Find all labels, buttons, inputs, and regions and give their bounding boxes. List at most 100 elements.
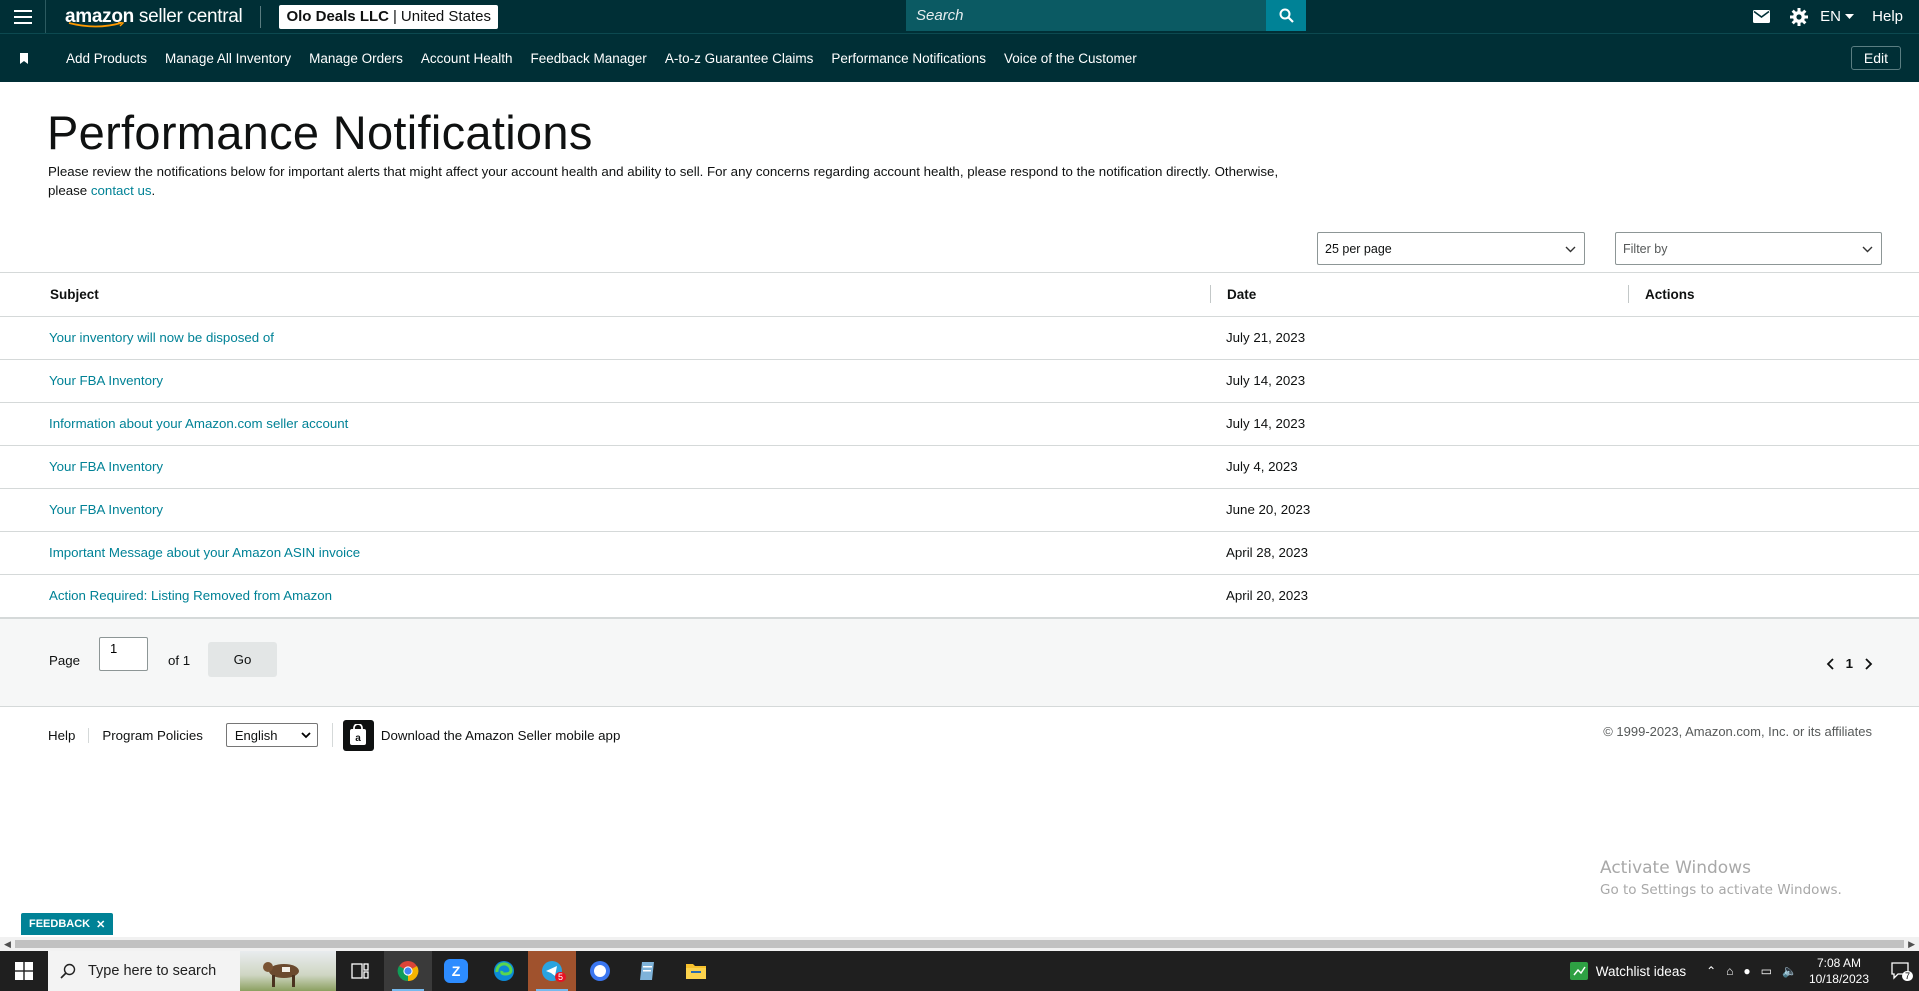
task-view-button[interactable] — [336, 951, 384, 991]
nav-manage-orders[interactable]: Manage Orders — [309, 51, 403, 66]
edge-taskbar-button[interactable] — [480, 951, 528, 991]
per-page-select[interactable]: 25 per page — [1317, 232, 1585, 265]
nav-voice-of-the-customer[interactable]: Voice of the Customer — [1004, 51, 1137, 66]
notification-count: 7 — [1901, 971, 1913, 981]
scroll-right-arrow-icon[interactable]: ▶ — [1908, 939, 1915, 950]
search-button[interactable] — [1266, 0, 1306, 31]
horizontal-scrollbar[interactable]: ◀ ▶ — [0, 937, 1919, 951]
filter-by-placeholder: Filter by — [1623, 241, 1668, 256]
network-icon[interactable]: ▭ — [1761, 964, 1772, 978]
footer-program-policies-link[interactable]: Program Policies — [102, 728, 214, 743]
watchlist-widget[interactable]: Watchlist ideas — [1569, 962, 1687, 980]
seller-central-logo[interactable]: amazon seller central — [65, 0, 243, 33]
nav-feedback-manager[interactable]: Feedback Manager — [530, 51, 646, 66]
show-hidden-icons-chevron-up-icon[interactable]: ⌃ — [1706, 964, 1716, 978]
nav-performance-notifications[interactable]: Performance Notifications — [831, 51, 986, 66]
chevron-right-icon[interactable] — [1864, 657, 1873, 670]
svg-text:Z: Z — [452, 963, 461, 979]
notification-subject-link[interactable]: Your inventory will now be disposed of — [49, 330, 274, 345]
notification-date: July 4, 2023 — [1226, 459, 1298, 474]
go-button[interactable]: Go — [208, 642, 277, 677]
feedback-tab[interactable]: FEEDBACK ✕ — [21, 913, 114, 935]
clock[interactable]: 7:08 AM 10/18/2023 — [1809, 955, 1869, 987]
watermark-subtitle: Go to Settings to activate Windows. — [1600, 882, 1842, 898]
copyright: © 1999-2023, Amazon.com, Inc. or its aff… — [1603, 724, 1872, 739]
notification-subject-link[interactable]: Your FBA Inventory — [49, 373, 163, 388]
page-label: Page — [49, 653, 81, 668]
page-navigation: 1 — [1826, 656, 1873, 671]
zoom-taskbar-button[interactable]: Z — [432, 951, 480, 991]
column-divider[interactable] — [1210, 285, 1211, 303]
watchlist-label: Watchlist ideas — [1595, 963, 1687, 979]
folder-icon — [686, 964, 706, 979]
search-bar — [906, 0, 1306, 31]
column-divider[interactable] — [1628, 285, 1629, 303]
taskbar-search-box[interactable]: Type here to search — [48, 951, 336, 991]
meet-now-icon[interactable]: ⌂ — [1726, 964, 1733, 978]
system-tray: Watchlist ideas ⌃ ⌂ ● ▭ 🔈 7:08 AM 10/18/… — [1569, 951, 1919, 991]
notification-subject-link[interactable]: Your FBA Inventory — [49, 502, 163, 517]
notification-subject-link[interactable]: Your FBA Inventory — [49, 459, 163, 474]
language-selector[interactable]: EN — [1820, 8, 1864, 25]
column-header-date[interactable]: Date — [1227, 287, 1256, 302]
account-switcher[interactable]: Olo Deals LLC | United States — [279, 4, 498, 29]
gear-icon — [1790, 7, 1809, 26]
chevron-left-icon[interactable] — [1826, 657, 1835, 670]
nav-a-to-z-claims[interactable]: A-to-z Guarantee Claims — [665, 51, 814, 66]
notification-date: April 20, 2023 — [1226, 588, 1309, 603]
footer-language-select[interactable]: English — [225, 723, 318, 747]
signal-icon — [590, 961, 610, 981]
close-icon[interactable]: ✕ — [96, 918, 105, 931]
page-count-label: of 1 — [168, 653, 191, 668]
notification-subject-link[interactable]: Information about your Amazon.com seller… — [49, 416, 348, 431]
chrome-icon — [397, 961, 419, 982]
settings-button[interactable] — [1780, 7, 1818, 26]
search-input[interactable] — [906, 0, 1266, 31]
nav-add-products[interactable]: Add Products — [66, 51, 147, 66]
notepad-taskbar-button[interactable] — [624, 951, 672, 991]
contact-us-link[interactable]: contact us — [91, 183, 152, 198]
page-number-input[interactable] — [99, 637, 148, 671]
svg-text:a: a — [356, 733, 362, 744]
divider — [260, 5, 262, 28]
download-app-link[interactable]: Download the Amazon Seller mobile app — [381, 728, 621, 743]
top-right-actions: EN Help — [1742, 0, 1919, 33]
amazon-seller-app-icon[interactable]: a — [342, 719, 374, 751]
nav-manage-all-inventory[interactable]: Manage All Inventory — [165, 51, 291, 66]
scrollbar-thumb[interactable] — [15, 940, 1904, 948]
hamburger-menu-icon[interactable] — [0, 0, 46, 33]
search-icon — [1279, 8, 1294, 23]
windows-start-button[interactable] — [0, 951, 48, 991]
task-view-icon — [351, 963, 369, 979]
caret-down-icon — [1844, 13, 1854, 19]
column-header-subject[interactable]: Subject — [50, 287, 99, 302]
nav-account-health[interactable]: Account Health — [421, 51, 513, 66]
notification-date: April 28, 2023 — [1226, 545, 1309, 560]
footer-help-link[interactable]: Help — [48, 727, 90, 743]
bookmark-icon — [20, 52, 28, 64]
help-link[interactable]: Help — [1872, 8, 1903, 25]
action-center-button[interactable]: 7 — [1883, 962, 1919, 981]
watermark-title: Activate Windows — [1600, 858, 1751, 878]
edit-bookmarks-button[interactable]: Edit — [1850, 46, 1901, 70]
messages-button[interactable] — [1742, 10, 1780, 23]
table-header: Subject Date Actions — [0, 272, 1919, 317]
chrome-taskbar-button[interactable] — [384, 951, 432, 991]
per-page-value: 25 per page — [1325, 241, 1392, 256]
current-page-number[interactable]: 1 — [1846, 656, 1853, 671]
bookmark-button[interactable] — [0, 52, 48, 64]
notification-subject-link[interactable]: Important Message about your Amazon ASIN… — [49, 545, 360, 560]
divider — [331, 723, 333, 747]
file-explorer-taskbar-button[interactable] — [672, 951, 720, 991]
search-highlight-image — [240, 951, 336, 991]
filter-by-select[interactable]: Filter by — [1615, 232, 1882, 265]
microphone-icon[interactable]: ● — [1743, 964, 1750, 978]
zoom-icon: Z — [444, 959, 468, 983]
scroll-left-arrow-icon[interactable]: ◀ — [4, 939, 11, 950]
volume-icon[interactable]: 🔈 — [1782, 964, 1797, 978]
windows-taskbar: Type here to search Z 5 Watchlist ideas … — [0, 951, 1919, 991]
signal-taskbar-button[interactable] — [576, 951, 624, 991]
telegram-taskbar-button[interactable]: 5 — [528, 951, 576, 991]
notification-subject-link[interactable]: Action Required: Listing Removed from Am… — [49, 588, 332, 603]
table-row: Action Required: Listing Removed from Am… — [0, 575, 1919, 618]
